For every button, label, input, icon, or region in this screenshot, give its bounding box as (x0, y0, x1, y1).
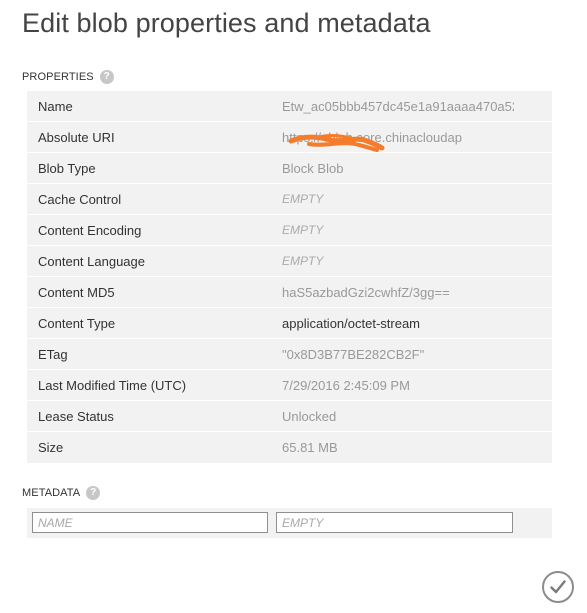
property-value[interactable]: EMPTY (282, 215, 514, 246)
property-value: 7/29/2016 2:45:09 PM (282, 378, 410, 393)
redaction-scribble (288, 133, 385, 152)
property-row-content-language: Content Language EMPTY (27, 246, 552, 277)
property-value: Block Blob (282, 161, 344, 176)
page-title: Edit blob properties and metadata (22, 8, 431, 38)
metadata-header: METADATA ? (22, 486, 101, 500)
property-row-etag: ETag "0x8D3B77BE282CB2F" (27, 339, 552, 370)
properties-help-icon[interactable]: ? (99, 70, 114, 84)
property-label: Name (38, 99, 73, 114)
property-label: Content Encoding (38, 223, 142, 238)
checkmark-icon (550, 580, 566, 594)
property-row-blob-type: Blob Type Block Blob (27, 153, 552, 184)
property-label: Cache Control (38, 192, 122, 207)
properties-header: PROPERTIES ? (22, 70, 114, 84)
property-row-content-encoding: Content Encoding EMPTY (27, 215, 552, 246)
property-value[interactable]: application/octet-stream (282, 308, 514, 339)
metadata-name-input[interactable] (32, 512, 268, 533)
metadata-help-icon[interactable]: ? (86, 486, 101, 500)
property-row-cache-control: Cache Control EMPTY (27, 184, 552, 215)
property-label: ETag (38, 347, 68, 362)
property-value[interactable]: EMPTY (282, 246, 514, 277)
property-label: Last Modified Time (UTC) (38, 378, 187, 393)
property-row-size: Size 65.81 MB (27, 432, 552, 463)
property-label: Size (38, 440, 64, 455)
property-label: Content MD5 (38, 285, 115, 300)
property-label: Content Type (38, 316, 116, 331)
property-value: Unlocked (282, 409, 337, 424)
property-label: Content Language (38, 254, 145, 269)
property-value[interactable]: haS5azbadGzi2cwhfZ/3gg== (282, 277, 514, 308)
property-row-name: Name Etw_ac05bbb457dc45e1a91aaaa470a52t (27, 91, 552, 122)
property-row-last-modified: Last Modified Time (UTC) 7/29/2016 2:45:… (27, 370, 552, 401)
confirm-button[interactable] (542, 571, 574, 603)
metadata-row (27, 508, 552, 538)
property-row-content-md5: Content MD5 haS5azbadGzi2cwhfZ/3gg== (27, 277, 552, 308)
property-label: Absolute URI (38, 130, 115, 145)
property-label: Blob Type (38, 161, 96, 176)
property-value: "0x8D3B77BE282CB2F" (282, 347, 425, 362)
metadata-value-input[interactable] (276, 512, 513, 533)
edit-blob-dialog: Edit blob properties and metadata PROPER… (0, 0, 587, 613)
property-value[interactable]: EMPTY (282, 184, 514, 215)
properties-header-label: PROPERTIES (22, 71, 94, 83)
metadata-header-label: METADATA (22, 487, 81, 499)
property-value[interactable]: Etw_ac05bbb457dc45e1a91aaaa470a52t (282, 91, 514, 122)
property-value: 65.81 MB (282, 440, 338, 455)
property-label: Lease Status (38, 409, 114, 424)
property-row-lease-status: Lease Status Unlocked (27, 401, 552, 432)
property-row-content-type: Content Type application/octet-stream (27, 308, 552, 339)
